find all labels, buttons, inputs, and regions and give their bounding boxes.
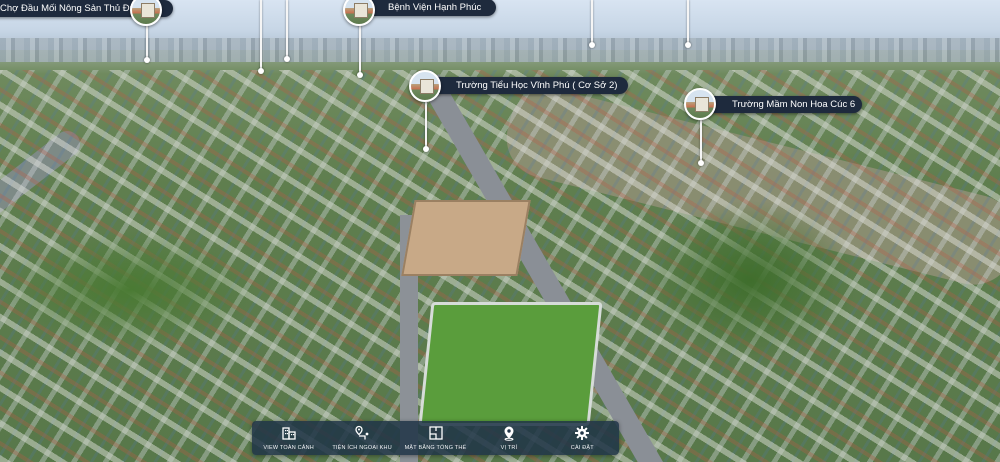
aerial-view-background (0, 0, 1000, 462)
toolbar-label: MẶT BẰNG TỔNG THỂ (404, 445, 467, 451)
map-pin-route-icon (355, 425, 369, 440)
poi-thumbnail[interactable] (684, 88, 716, 120)
tree-area (0, 230, 260, 350)
toolbar-item-panorama-view[interactable]: VIEW TOÀN CẢNH (252, 421, 325, 455)
toolbar-item-master-plan[interactable]: MẶT BẰNG TỔNG THỂ (399, 421, 472, 455)
toolbar-label: VỊ TRÍ (500, 445, 518, 451)
pin-dot (357, 72, 363, 78)
toolbar-label: VIEW TOÀN CẢNH (263, 445, 314, 451)
pin-dot[interactable] (685, 42, 691, 48)
pin-line (359, 20, 361, 74)
pin-line (700, 120, 702, 162)
pin-line (591, 0, 593, 44)
toolbar-item-settings[interactable]: CÀI ĐẶT (546, 421, 619, 455)
pin-line (260, 0, 262, 70)
buildings-icon (282, 427, 296, 440)
gear-icon (575, 426, 590, 440)
floor-plan-icon (428, 426, 443, 440)
pin-line (687, 0, 689, 44)
pin-dot (144, 57, 150, 63)
pin-line (146, 20, 148, 60)
pin-dot[interactable] (589, 42, 595, 48)
poi-label[interactable]: Bệnh Viện Hạnh Phúc (358, 0, 496, 16)
toolbar-item-external-amenities[interactable]: TIỆN ÍCH NGOẠI KHU (325, 421, 398, 455)
pin-dot[interactable] (258, 68, 264, 74)
pin-dot (698, 160, 704, 166)
poi-label[interactable]: Trường Tiểu Học Vĩnh Phú ( Cơ Sở 2) (426, 77, 628, 94)
toolbar-item-location[interactable]: VỊ TRÍ (472, 421, 545, 455)
poi-thumbnail[interactable] (409, 70, 441, 102)
toolbar-label: CÀI ĐẶT (570, 445, 594, 451)
park (418, 302, 603, 426)
pin-line (286, 0, 288, 58)
location-icon (504, 426, 514, 441)
pin-dot (423, 146, 429, 152)
construction-site (401, 200, 531, 276)
pin-line (425, 102, 427, 148)
bottom-toolbar: VIEW TOÀN CẢNH TIỆN ÍCH NGOẠI KHU MẶT BẰ… (252, 421, 619, 455)
city-skyline (0, 38, 1000, 62)
tree-area (640, 200, 860, 360)
toolbar-label: TIỆN ÍCH NGOẠI KHU (332, 445, 392, 451)
pin-dot[interactable] (284, 56, 290, 62)
poi-label[interactable]: Trường Mầm Non Hoa Cúc 6 (702, 96, 862, 113)
